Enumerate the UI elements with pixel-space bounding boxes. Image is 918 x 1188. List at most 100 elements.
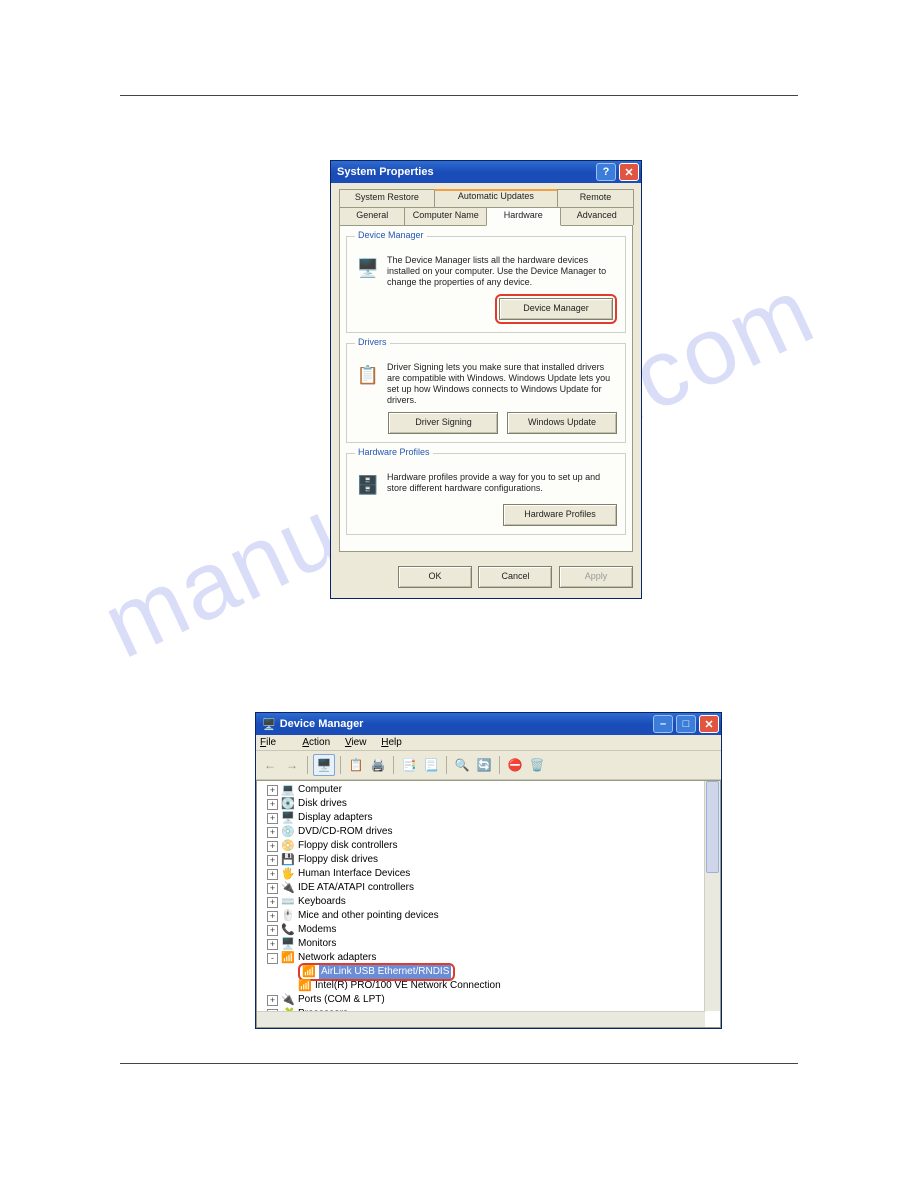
titlebar-title: Device Manager <box>280 718 364 730</box>
tree-node[interactable]: +💻Computer <box>261 783 718 797</box>
driver-signing-button[interactable]: Driver Signing <box>388 412 498 434</box>
close-button[interactable]: ✕ <box>699 715 719 733</box>
tree-area: +💻Computer+💽Disk drives+🖥️Display adapte… <box>256 780 721 1028</box>
uninstall-icon[interactable]: 🗑️ <box>527 755 547 775</box>
tree-node[interactable]: +💽Disk drives <box>261 797 718 811</box>
maximize-button[interactable]: □ <box>676 715 696 733</box>
hardware-profiles-button[interactable]: Hardware Profiles <box>503 504 617 526</box>
separator <box>446 756 447 774</box>
node-icon: 📞 <box>281 924 295 936</box>
expand-icon[interactable]: + <box>267 925 278 936</box>
tree-view-icon[interactable]: 📑 <box>399 755 419 775</box>
expand-icon[interactable]: + <box>267 813 278 824</box>
scan-icon[interactable]: 🔍 <box>452 755 472 775</box>
expand-icon[interactable]: + <box>267 939 278 950</box>
tree-node[interactable]: 📶Intel(R) PRO/100 VE Network Connection <box>261 979 718 993</box>
node-icon: 📀 <box>281 840 295 852</box>
tabs: System Restore Automatic Updates Remote … <box>339 189 633 226</box>
menubar[interactable]: File Action View Help <box>256 735 721 751</box>
expand-icon[interactable]: + <box>267 841 278 852</box>
device-manager-button[interactable]: Device Manager <box>499 298 613 320</box>
expand-icon[interactable]: + <box>267 897 278 908</box>
group-drivers: Drivers 📋 Driver Signing lets you make s… <box>346 343 626 443</box>
node-icon: 💿 <box>281 826 295 838</box>
close-button[interactable]: ✕ <box>619 163 639 181</box>
collapse-icon[interactable]: - <box>267 953 278 964</box>
tree-node[interactable]: +🖱️Mice and other pointing devices <box>261 909 718 923</box>
print-icon[interactable]: 🖨️ <box>368 755 388 775</box>
menu-action[interactable]: Action <box>302 737 330 748</box>
node-icon: 🖥️ <box>281 812 295 824</box>
back-icon[interactable]: ← <box>260 755 280 775</box>
device-tree[interactable]: +💻Computer+💽Disk drives+🖥️Display adapte… <box>257 781 720 1028</box>
tree-node[interactable]: +🔌Ports (COM & LPT) <box>261 993 718 1007</box>
tab-automatic-updates[interactable]: Automatic Updates <box>434 189 558 206</box>
tree-node[interactable]: +📀Floppy disk controllers <box>261 839 718 853</box>
details-icon[interactable]: 📃 <box>421 755 441 775</box>
minimize-button[interactable]: – <box>653 715 673 733</box>
computer-view-icon[interactable]: 🖥️ <box>313 754 335 776</box>
expand-icon[interactable]: + <box>267 869 278 880</box>
help-button[interactable]: ? <box>596 163 616 181</box>
windows-update-button[interactable]: Windows Update <box>507 412 617 434</box>
tree-node[interactable]: +🖥️Display adapters <box>261 811 718 825</box>
tree-node[interactable]: +🖐️Human Interface Devices <box>261 867 718 881</box>
node-label: Display adapters <box>298 811 372 825</box>
horizontal-rule-bottom <box>120 1063 798 1064</box>
scrollbar-horizontal[interactable] <box>257 1011 705 1027</box>
expand-icon[interactable]: + <box>267 785 278 796</box>
node-icon: 💽 <box>281 798 295 810</box>
tab-hardware[interactable]: Hardware <box>486 207 561 226</box>
group-text: Driver Signing lets you make sure that i… <box>387 362 617 406</box>
group-hardware-profiles: Hardware Profiles 🗄️ Hardware profiles p… <box>346 453 626 535</box>
device-manager-icon: 🖥️ <box>355 255 381 281</box>
apply-button[interactable]: Apply <box>559 566 633 588</box>
node-label: Ports (COM & LPT) <box>298 993 385 1007</box>
ok-button[interactable]: OK <box>398 566 472 588</box>
tree-node[interactable]: +📞Modems <box>261 923 718 937</box>
scrollbar-vertical[interactable] <box>704 781 720 1011</box>
tab-computer-name[interactable]: Computer Name <box>404 207 487 225</box>
forward-icon[interactable]: → <box>282 755 302 775</box>
expand-icon[interactable]: + <box>267 911 278 922</box>
titlebar-devmgr[interactable]: 🖥️ Device Manager – □ ✕ <box>256 713 721 735</box>
node-icon: 🔌 <box>281 994 295 1006</box>
node-icon: 📶 <box>281 952 295 964</box>
app-icon: 🖥️ <box>262 718 276 731</box>
refresh-icon[interactable]: 🔄 <box>474 755 494 775</box>
drivers-icon: 📋 <box>355 362 381 388</box>
properties-icon[interactable]: 📋 <box>346 755 366 775</box>
node-label: Intel(R) PRO/100 VE Network Connection <box>315 979 501 993</box>
tree-node[interactable]: +🖥️Monitors <box>261 937 718 951</box>
expand-icon[interactable]: + <box>267 855 278 866</box>
node-icon: 📶 <box>298 980 312 992</box>
menu-view[interactable]: View <box>345 737 367 748</box>
expand-icon[interactable]: + <box>267 827 278 838</box>
titlebar-sysprop[interactable]: System Properties ? ✕ <box>331 161 641 183</box>
menu-help[interactable]: Help <box>381 737 402 748</box>
node-label: Mice and other pointing devices <box>298 909 439 923</box>
node-label: Modems <box>298 923 336 937</box>
tree-node[interactable]: +🔌IDE ATA/ATAPI controllers <box>261 881 718 895</box>
dialog-buttons: OK Cancel Apply <box>331 560 641 598</box>
expand-icon[interactable]: + <box>267 883 278 894</box>
group-device-manager: Device Manager 🖥️ The Device Manager lis… <box>346 236 626 333</box>
menu-file[interactable]: File <box>260 737 288 748</box>
tab-general[interactable]: General <box>339 207 405 225</box>
tree-node[interactable]: +💾Floppy disk drives <box>261 853 718 867</box>
tabpage-hardware: Device Manager 🖥️ The Device Manager lis… <box>339 225 633 552</box>
tab-remote[interactable]: Remote <box>557 189 634 207</box>
tab-advanced[interactable]: Advanced <box>560 207 635 225</box>
group-text: The Device Manager lists all the hardwar… <box>387 255 617 288</box>
group-legend: Hardware Profiles <box>355 447 433 457</box>
expand-icon[interactable]: + <box>267 799 278 810</box>
tree-node[interactable]: 📶AirLink USB Ethernet/RNDIS <box>261 965 718 979</box>
disable-icon[interactable]: ⛔ <box>505 755 525 775</box>
tree-node[interactable]: +💿DVD/CD-ROM drives <box>261 825 718 839</box>
cancel-button[interactable]: Cancel <box>478 566 552 588</box>
toolbar: ← → 🖥️ 📋 🖨️ 📑 📃 🔍 🔄 ⛔ 🗑️ <box>256 751 721 780</box>
tree-node[interactable]: +⌨️Keyboards <box>261 895 718 909</box>
device-manager-window: 🖥️ Device Manager – □ ✕ File Action View… <box>255 712 722 1029</box>
expand-icon[interactable]: + <box>267 995 278 1006</box>
tab-system-restore[interactable]: System Restore <box>339 189 435 207</box>
